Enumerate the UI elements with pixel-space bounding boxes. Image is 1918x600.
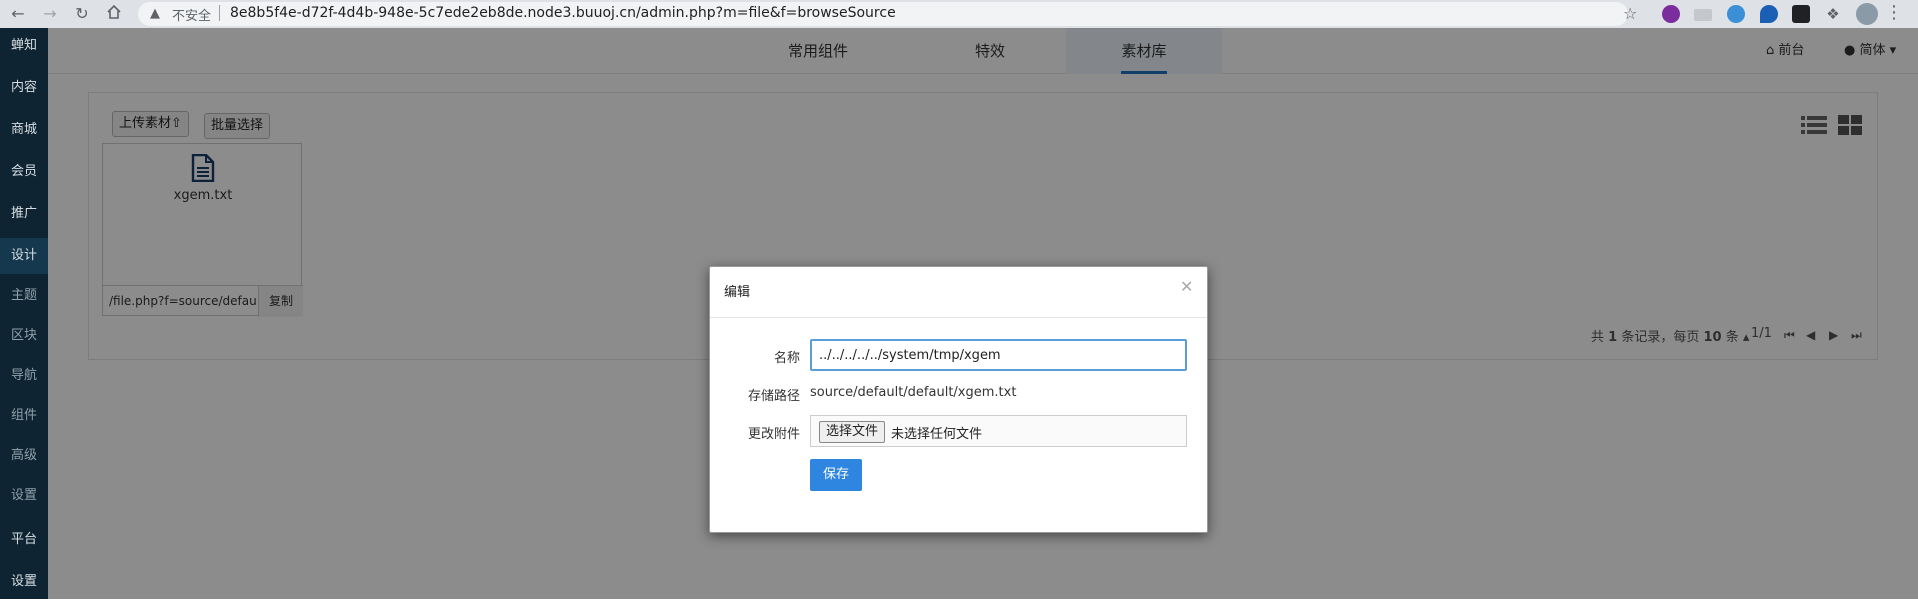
profile-avatar[interactable] [1856,3,1878,25]
mail-icon[interactable] [1694,9,1712,21]
sidebar-item-promotion[interactable]: 推广 [0,196,48,232]
choose-file-button[interactable]: 选择文件 [819,421,886,443]
insecure-label: 不安全 [172,9,212,24]
sidebar-item-platform[interactable]: 平台 [0,522,48,558]
sidebar-item-blocks[interactable]: 区块 [0,318,48,354]
browser-toolbar: ← → ↻ ▲ 不安全 8e8b5f4e-d72f-4d4b-948e-5c7e… [0,0,1918,28]
dialog-header-divider [710,317,1207,318]
extension-purple-icon[interactable] [1662,5,1680,23]
reader-extension-icon[interactable] [1792,5,1810,23]
admin-sidebar: 蝉知 内容 商城 会员 推广 设计 主题 区块 导航 组件 高级 设置 平台 设… [0,28,48,599]
forward-icon[interactable]: → [40,4,60,24]
sidebar-item-settings[interactable]: 设置 [0,564,48,600]
sidebar-item-shop[interactable]: 商城 [0,112,48,148]
globe-extension-icon[interactable] [1727,5,1745,23]
sidebar-item-design-settings[interactable]: 设置 [0,478,48,514]
name-label: 名称 [773,351,800,366]
browser-menu-icon[interactable]: ⋮ [1885,2,1903,23]
sidebar-item-theme[interactable]: 主题 [0,278,48,314]
sidebar-item-content[interactable]: 内容 [0,70,48,106]
file-input[interactable]: 选择文件 未选择任何文件 [810,415,1187,447]
sidebar-item-advanced[interactable]: 高级 [0,438,48,474]
omnibox-divider [219,5,220,21]
edit-dialog: 编辑 ✕ 名称 存储路径 source/default/default/xgem… [709,266,1208,533]
dialog-title: 编辑 [724,285,751,300]
warning-icon[interactable]: ▲ [150,6,160,21]
save-button[interactable]: 保存 [810,459,862,491]
drop-extension-icon[interactable] [1760,5,1778,23]
sidebar-item-brand[interactable]: 蝉知 [0,28,48,64]
reload-icon[interactable]: ↻ [72,4,92,24]
bookmark-star-icon[interactable]: ☆ [1623,4,1637,23]
name-input[interactable] [810,339,1187,371]
sidebar-item-components[interactable]: 组件 [0,398,48,434]
sidebar-item-navigation[interactable]: 导航 [0,358,48,394]
storage-path-value: source/default/default/xgem.txt [810,385,1017,400]
puzzle-extensions-icon[interactable]: ❖ [1824,5,1842,23]
storage-path-label: 存储路径 [747,389,800,404]
home-icon[interactable] [104,4,124,24]
back-icon[interactable]: ← [8,4,28,24]
url-text[interactable]: 8e8b5f4e-d72f-4d4b-948e-5c7ede2eb8de.nod… [230,5,896,21]
file-status-text: 未选择任何文件 [891,427,983,442]
change-attachment-label: 更改附件 [747,427,800,442]
sidebar-item-design[interactable]: 设计 [0,238,48,274]
close-icon[interactable]: ✕ [1180,277,1193,296]
sidebar-item-members[interactable]: 会员 [0,154,48,190]
